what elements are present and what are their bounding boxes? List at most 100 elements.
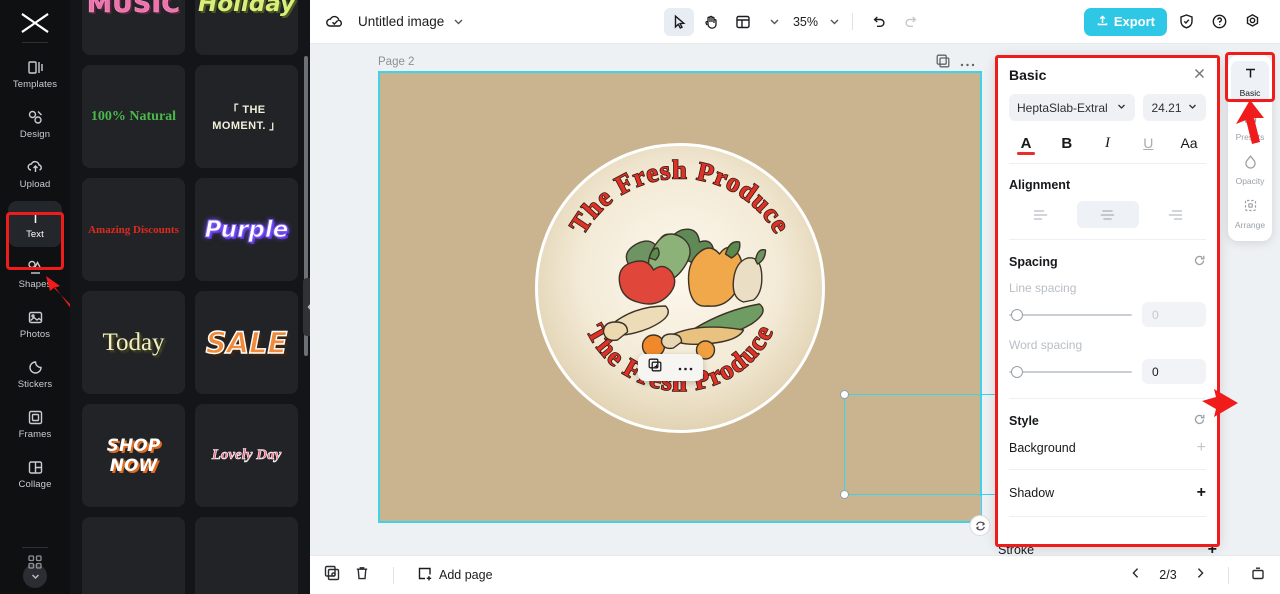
- preset-card[interactable]: Today: [82, 291, 185, 394]
- line-spacing-knob[interactable]: [1011, 308, 1023, 321]
- sidebar-item-templates[interactable]: Templates: [8, 51, 62, 97]
- bottom-divider: [393, 566, 394, 584]
- zoom-chevron-down-icon[interactable]: [828, 15, 841, 28]
- preset-card[interactable]: 100% Natural: [82, 65, 185, 168]
- nav-divider: [22, 42, 48, 43]
- rotate-handle-icon[interactable]: [969, 515, 991, 536]
- background-row[interactable]: Background +: [1009, 433, 1206, 463]
- word-spacing-knob[interactable]: [1011, 365, 1023, 378]
- font-family-select[interactable]: HeptaSlab-Extral: [1009, 94, 1135, 121]
- sidebar-item-frames[interactable]: Frames: [8, 401, 62, 447]
- rail-item-presets[interactable]: Presets: [1231, 105, 1269, 147]
- add-page-button[interactable]: Add page: [417, 566, 493, 584]
- more-apps-icon[interactable]: [27, 554, 43, 570]
- align-center-button[interactable]: [1076, 201, 1139, 228]
- chevron-left-icon[interactable]: [1129, 566, 1143, 585]
- shapes-icon: [27, 259, 44, 276]
- text-color-button[interactable]: A: [1012, 129, 1040, 157]
- align-left-button[interactable]: [1009, 201, 1071, 228]
- element-floating-toolbar[interactable]: [638, 354, 703, 381]
- zoom-level[interactable]: 35%: [793, 15, 818, 29]
- resize-handle-top-left[interactable]: [840, 390, 849, 399]
- preset-card[interactable]: [195, 517, 298, 594]
- capcut-logo[interactable]: [18, 10, 52, 36]
- bottom-divider-2: [1228, 566, 1229, 584]
- opacity-icon: [1243, 154, 1258, 174]
- nav-rail-footer: [0, 547, 70, 588]
- background-label: Background: [1009, 441, 1076, 455]
- add-stroke-button[interactable]: +: [1208, 543, 1217, 557]
- stroke-row[interactable]: Stroke +: [998, 543, 1217, 557]
- chevron-down-icon: [1187, 101, 1198, 115]
- line-spacing-input[interactable]: 0: [1142, 302, 1206, 327]
- help-icon[interactable]: [1205, 8, 1233, 36]
- add-background-button[interactable]: +: [1197, 440, 1206, 456]
- close-icon[interactable]: [1193, 67, 1206, 83]
- word-spacing-slider[interactable]: [1009, 365, 1132, 378]
- duplicate-icon[interactable]: [648, 358, 662, 377]
- italic-button[interactable]: I: [1094, 129, 1122, 157]
- sidebar-item-text[interactable]: Text: [8, 201, 62, 247]
- format-buttons-row: A B I U Aa: [1009, 125, 1206, 161]
- hand-tool-button[interactable]: [696, 8, 726, 36]
- circular-logo-graphic[interactable]: The Fresh Produce The Fresh Produce: [535, 143, 825, 434]
- rail-item-arrange[interactable]: Arrange: [1231, 193, 1269, 235]
- preset-label: SHOP NOW: [106, 435, 161, 476]
- sidebar-item-design[interactable]: Design: [8, 101, 62, 147]
- sidebar-item-shapes[interactable]: Shapes: [8, 251, 62, 297]
- preset-card[interactable]: MUSIC: [82, 0, 185, 55]
- chevron-right-icon[interactable]: [1193, 566, 1207, 585]
- layout-tool-button[interactable]: [728, 8, 758, 36]
- preset-card[interactable]: Lovely Day: [195, 404, 298, 507]
- trash-icon[interactable]: [354, 565, 370, 586]
- rail-item-label: Presets: [1235, 132, 1265, 142]
- layout-chevron-down-icon[interactable]: [768, 15, 781, 28]
- document-title[interactable]: Untitled image: [358, 14, 444, 29]
- underline-glyph: U: [1143, 135, 1154, 151]
- preset-card[interactable]: Holiday: [195, 0, 298, 55]
- select-tool-button[interactable]: [663, 7, 694, 36]
- preset-card[interactable]: SALE: [195, 291, 298, 394]
- underline-button[interactable]: U: [1134, 129, 1162, 157]
- align-right-button[interactable]: [1144, 201, 1206, 228]
- chevron-down-icon[interactable]: [452, 15, 465, 28]
- rail-item-basic[interactable]: Basic: [1231, 61, 1269, 103]
- export-button[interactable]: Export: [1083, 7, 1167, 36]
- line-spacing-slider[interactable]: [1009, 308, 1132, 321]
- nav-divider-2: [22, 547, 48, 548]
- upload-icon: [27, 159, 44, 176]
- font-size-select[interactable]: 24.21: [1143, 94, 1206, 121]
- undo-button[interactable]: [864, 8, 894, 36]
- redo-button[interactable]: [896, 8, 926, 36]
- vegetables-illustration: [602, 228, 767, 360]
- word-spacing-input[interactable]: 0: [1142, 359, 1206, 384]
- preset-card[interactable]: Purple: [195, 178, 298, 281]
- preset-card[interactable]: 「 THE MOMENT. 」: [195, 65, 298, 168]
- preset-card[interactable]: Amazing Discounts: [82, 178, 185, 281]
- rail-item-opacity[interactable]: Opacity: [1231, 149, 1269, 191]
- shadow-row[interactable]: Shadow +: [1009, 478, 1206, 508]
- case-button[interactable]: Aa: [1175, 129, 1203, 157]
- shield-icon[interactable]: [1172, 8, 1200, 36]
- resize-handle-bottom-left[interactable]: [840, 490, 849, 499]
- reset-icon[interactable]: [1193, 254, 1206, 270]
- sidebar-item-upload[interactable]: Upload: [8, 151, 62, 197]
- sidebar-item-collage[interactable]: Collage: [8, 451, 62, 497]
- more-options-icon[interactable]: [678, 359, 693, 377]
- duplicate-icon[interactable]: [324, 565, 340, 586]
- pages-panel-icon[interactable]: [1250, 565, 1266, 586]
- add-shadow-button[interactable]: +: [1197, 485, 1206, 501]
- collapse-panel-handle[interactable]: [303, 278, 310, 336]
- add-page-label: Add page: [439, 568, 493, 582]
- bold-button[interactable]: B: [1053, 129, 1081, 157]
- style-section-title: Style: [1009, 414, 1039, 428]
- panel-title: Basic: [1009, 66, 1047, 83]
- reset-icon[interactable]: [1193, 413, 1206, 429]
- style-section-header: Style: [1009, 401, 1206, 429]
- settings-icon[interactable]: [1238, 8, 1266, 36]
- sidebar-item-stickers[interactable]: Stickers: [8, 351, 62, 397]
- sidebar-item-photos[interactable]: Photos: [8, 301, 62, 347]
- preset-card[interactable]: [82, 517, 185, 594]
- more-options-icon[interactable]: [960, 55, 975, 73]
- preset-card[interactable]: SHOP NOW: [82, 404, 185, 507]
